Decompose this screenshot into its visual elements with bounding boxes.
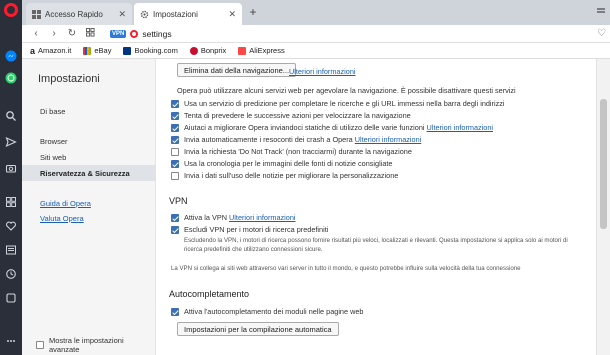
- history-icon[interactable]: [0, 264, 22, 284]
- close-tab-icon[interactable]: ✕: [118, 9, 126, 20]
- prediction-checkbox[interactable]: [171, 99, 179, 108]
- vpn-bypass-note: Escludendo la VPN, i motori di ricerca p…: [184, 237, 568, 253]
- camera-icon[interactable]: [0, 158, 22, 178]
- crash-reports-more-info-link[interactable]: Ulteriori informazioni: [355, 135, 422, 144]
- option-vpn-bypass-search[interactable]: Escludi VPN per i motori di ricerca pred…: [171, 225, 328, 234]
- advanced-checkbox[interactable]: [36, 341, 44, 349]
- news-images-checkbox[interactable]: [171, 159, 179, 168]
- option-autofill[interactable]: Attiva l'autocompletamento dei moduli ne…: [171, 307, 363, 316]
- crash-reports-checkbox[interactable]: [171, 135, 179, 144]
- bookmarks-bar: a Amazon.it eBay Booking.com Bonprix Ali…: [22, 43, 610, 59]
- grid-icon: [32, 9, 41, 19]
- usage-stats-checkbox[interactable]: [171, 123, 179, 132]
- advanced-settings-toggle[interactable]: Mostra le impostazioni avanzate: [36, 336, 155, 354]
- opera-menu-icon[interactable]: [4, 3, 18, 17]
- autofill-settings-button[interactable]: Impostazioni per la compilazione automat…: [177, 322, 339, 336]
- gear-icon: [140, 10, 149, 19]
- usage-stats-more-info-link[interactable]: Ulteriori informazioni: [427, 123, 494, 132]
- sidebar-item-basic[interactable]: Di base: [22, 103, 156, 119]
- vpn-more-info-link[interactable]: Ulteriori informazioni: [229, 213, 296, 222]
- vpn-note: La VPN si collega ai siti web attraverso…: [171, 265, 521, 272]
- send-icon[interactable]: [0, 132, 22, 152]
- ebay-icon: [83, 46, 92, 55]
- do-not-track-checkbox[interactable]: [171, 147, 179, 156]
- booking-icon: [123, 46, 132, 55]
- tab-strip: Accesso Rapido ✕ Impostazioni ✕ +: [22, 0, 610, 25]
- settings-title: Impostazioni: [38, 73, 100, 85]
- tab-speed-dial[interactable]: Accesso Rapido ✕: [26, 3, 132, 25]
- option-news-images[interactable]: Usa la cronologia per le immagini delle …: [171, 159, 392, 168]
- tab-menu-icon[interactable]: [596, 6, 606, 16]
- speed-dial-icon[interactable]: [0, 192, 22, 212]
- sidebar-item-websites[interactable]: Siti web: [22, 149, 156, 165]
- bookmark-ebay[interactable]: eBay: [83, 46, 111, 55]
- option-preload[interactable]: Tenta di prevedere le successive azioni …: [171, 111, 411, 120]
- rate-opera-link[interactable]: Valuta Opera: [40, 214, 84, 223]
- back-button[interactable]: ‹: [30, 28, 42, 39]
- option-crash-reports[interactable]: Invia automaticamente i resoconti dei cr…: [171, 135, 421, 144]
- news-icon[interactable]: [0, 240, 22, 260]
- more-icon[interactable]: [0, 331, 22, 351]
- vpn-badge[interactable]: VPN: [110, 30, 127, 38]
- close-tab-icon[interactable]: ✕: [228, 9, 236, 20]
- bonprix-icon: [189, 46, 198, 55]
- tab-grid-button[interactable]: [84, 28, 96, 40]
- autocomplete-heading: Autocompletamento: [169, 289, 250, 299]
- reload-button[interactable]: ↻: [66, 28, 78, 39]
- privacy-intro: Opera può utilizzare alcuni servizi web …: [177, 86, 516, 95]
- url-text: settings: [142, 29, 172, 39]
- bookmark-amazon[interactable]: a Amazon.it: [30, 46, 71, 55]
- aliexpress-icon: [238, 46, 247, 55]
- preload-checkbox[interactable]: [171, 111, 179, 120]
- url-field[interactable]: VPN settings: [110, 27, 600, 41]
- autofill-checkbox[interactable]: [171, 307, 179, 316]
- clear-browsing-data-button[interactable]: Elimina dati della navigazione...: [177, 63, 297, 77]
- bookmark-booking[interactable]: Booking.com: [123, 46, 178, 55]
- tab-label: Accesso Rapido: [45, 9, 103, 19]
- vpn-bypass-checkbox[interactable]: [171, 225, 179, 234]
- search-icon[interactable]: [0, 106, 22, 126]
- settings-sidebar: Impostazioni Di base Browser Siti web Ri…: [22, 59, 156, 355]
- vpn-heading: VPN: [169, 196, 188, 206]
- option-do-not-track[interactable]: Invia la richiesta 'Do Not Track' (non t…: [171, 147, 412, 156]
- option-usage-stats[interactable]: Aiutaci a migliorare Opera inviandoci st…: [171, 123, 493, 132]
- messenger-icon[interactable]: [0, 46, 22, 66]
- new-tab-button[interactable]: +: [246, 5, 260, 19]
- sidebar-item-privacy[interactable]: Riservatezza & Sicurezza: [22, 165, 156, 181]
- settings-content: Elimina dati della navigazione... Ulteri…: [157, 59, 596, 355]
- enable-vpn-checkbox[interactable]: [171, 213, 179, 222]
- opera-logo-icon: [130, 30, 139, 38]
- news-usage-checkbox[interactable]: [171, 171, 179, 180]
- tab-label: Impostazioni: [153, 9, 198, 19]
- advanced-label: Mostra le impostazioni avanzate: [49, 336, 124, 354]
- bookmark-heart-icon[interactable]: ♡: [597, 28, 606, 39]
- option-enable-vpn[interactable]: Attiva la VPN Ulteriori informazioni: [171, 213, 296, 222]
- option-prediction[interactable]: Usa un servizio di predizione per comple…: [171, 99, 505, 108]
- address-bar: ‹ › ↻ VPN settings ♡: [22, 25, 610, 43]
- sidebar-item-browser[interactable]: Browser: [22, 133, 156, 149]
- bookmark-aliexpress[interactable]: AliExpress: [238, 46, 285, 55]
- bookmark-bonprix[interactable]: Bonprix: [189, 46, 226, 55]
- option-news-usage[interactable]: Invia i dati sull'uso delle notizie per …: [171, 171, 398, 180]
- amazon-icon: a: [30, 45, 36, 56]
- scrollbar-thumb[interactable]: [600, 99, 607, 229]
- tab-settings[interactable]: Impostazioni ✕: [134, 3, 242, 25]
- opera-sidebar: [0, 0, 22, 355]
- extensions-icon[interactable]: [0, 288, 22, 308]
- privacy-more-info-link[interactable]: Ulteriori informazioni: [289, 67, 356, 76]
- scrollbar[interactable]: [596, 59, 610, 355]
- help-link[interactable]: Guida di Opera: [40, 199, 91, 208]
- heart-bookmarks-icon[interactable]: [0, 216, 22, 236]
- forward-button[interactable]: ›: [48, 28, 60, 39]
- whatsapp-icon[interactable]: [0, 68, 22, 88]
